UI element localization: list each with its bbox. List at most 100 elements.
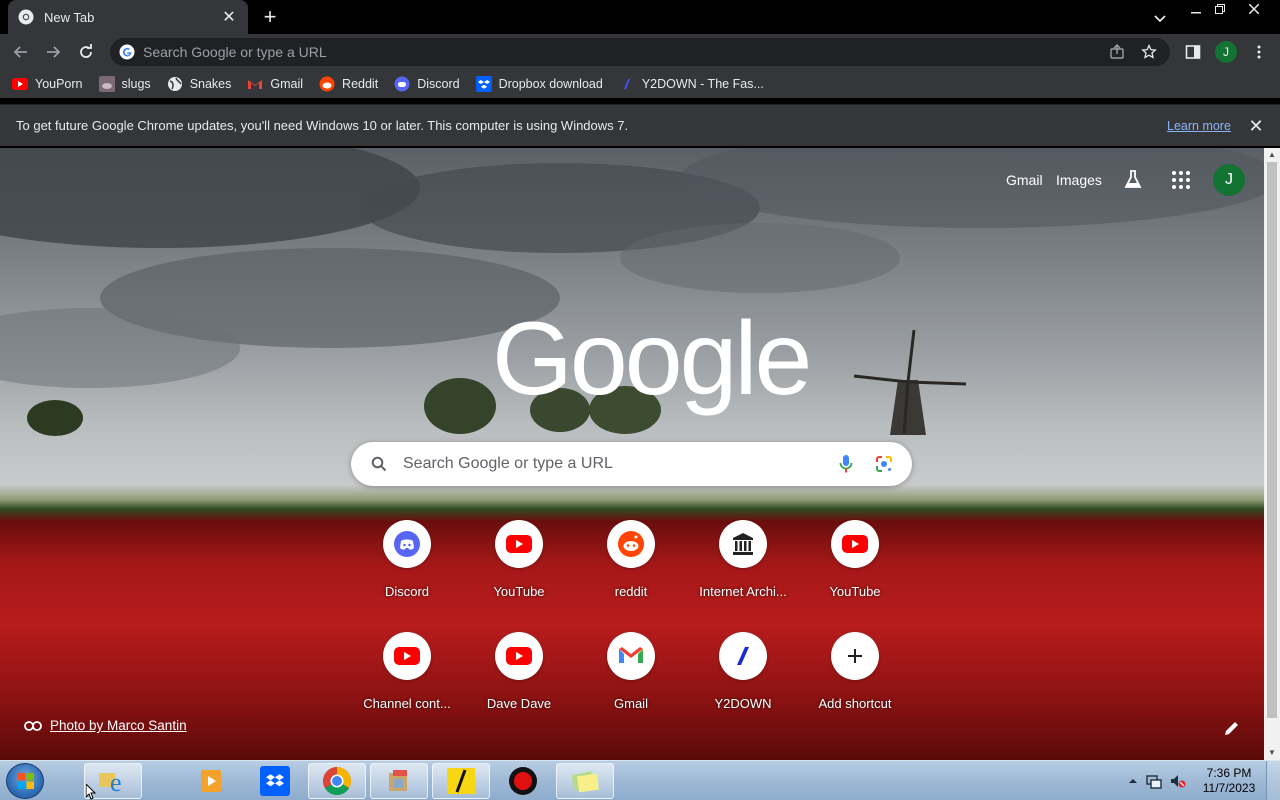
forward-button[interactable] xyxy=(42,41,64,63)
clock-date: 11/7/2023 xyxy=(1202,781,1256,795)
reddit-icon xyxy=(319,76,335,92)
scroll-down-arrow-icon[interactable]: ▼ xyxy=(1264,746,1280,760)
bookmark-label: Reddit xyxy=(342,77,379,91)
add-shortcut-button[interactable]: Add shortcut xyxy=(799,630,911,734)
youtube-icon xyxy=(831,520,879,568)
y2down-icon xyxy=(719,632,767,680)
pencil-edit-icon[interactable] xyxy=(1222,718,1242,738)
shortcut-label: Add shortcut xyxy=(818,696,892,711)
bookmark-item[interactable]: slugs xyxy=(98,76,151,92)
shortcut-label: Channel cont... xyxy=(363,696,451,711)
shortcut-tile[interactable]: reddit xyxy=(575,518,687,622)
taskbar-notes[interactable] xyxy=(432,763,490,799)
plus-icon xyxy=(831,632,879,680)
back-button[interactable] xyxy=(10,41,32,63)
shortcut-tile[interactable]: Channel cont... xyxy=(351,630,463,734)
omnibox[interactable] xyxy=(110,38,1170,66)
photo-attribution[interactable]: Photo by Marco Santin xyxy=(24,718,187,733)
shortcut-label: YouTube xyxy=(493,584,545,599)
bookmark-item[interactable]: Discord xyxy=(394,76,460,92)
scrollbar-thumb[interactable] xyxy=(1267,162,1277,718)
restore-button[interactable] xyxy=(1204,0,1236,18)
google-lens-icon[interactable] xyxy=(872,452,896,476)
volume-muted-icon[interactable] xyxy=(1170,773,1186,789)
bookmark-item[interactable]: YouPorn xyxy=(12,76,83,92)
discord-icon xyxy=(383,520,431,568)
bookmark-item[interactable]: Reddit xyxy=(319,76,378,92)
omnibox-input[interactable] xyxy=(143,44,1106,60)
chevron-down-icon[interactable] xyxy=(1150,8,1170,28)
shortcut-tile[interactable]: YouTube xyxy=(799,518,911,622)
shortcut-tile[interactable]: Discord xyxy=(351,518,463,622)
star-bookmark-icon[interactable] xyxy=(1138,41,1160,63)
taskbar-chrome[interactable] xyxy=(308,763,366,799)
shortcut-label: Discord xyxy=(384,584,430,599)
close-infobar-icon[interactable]: ✕ xyxy=(1247,117,1265,135)
toolbar: J xyxy=(0,34,1280,70)
shortcut-label: Gmail xyxy=(614,696,648,711)
sticky-note-icon xyxy=(447,768,475,794)
bookmark-item[interactable]: Y2DOWN - The Fas... xyxy=(618,76,764,92)
globe-icon xyxy=(167,76,183,92)
ntp-search-box[interactable] xyxy=(351,442,912,486)
tab-strip: New Tab ✕ + xyxy=(0,0,1280,34)
discord-icon xyxy=(394,76,410,92)
search-icon xyxy=(369,454,389,474)
tab-new-tab[interactable]: New Tab ✕ xyxy=(8,0,248,34)
images-link[interactable]: Images xyxy=(1056,172,1102,188)
network-icon[interactable] xyxy=(1146,773,1162,789)
dropbox-icon xyxy=(260,766,290,796)
taskbar-dropbox[interactable] xyxy=(246,763,304,799)
learn-more-link[interactable]: Learn more xyxy=(1167,119,1231,133)
profile-avatar[interactable]: J xyxy=(1213,164,1245,196)
shortcut-tile[interactable]: Y2DOWN xyxy=(687,630,799,734)
gmail-link[interactable]: Gmail xyxy=(1006,172,1043,188)
media-player-icon xyxy=(201,770,221,792)
taskbar-app-installer[interactable] xyxy=(370,763,428,799)
kebab-menu-icon xyxy=(1257,45,1261,59)
side-panel-icon xyxy=(1185,45,1201,59)
shortcut-tile[interactable]: Internet Archi... xyxy=(687,518,799,622)
close-tab-icon[interactable]: ✕ xyxy=(220,7,238,27)
taskbar-sticky-notes[interactable] xyxy=(556,763,614,799)
bookmark-item[interactable]: Gmail xyxy=(247,76,303,92)
chevron-up-icon[interactable] xyxy=(1125,773,1141,789)
apps-grid-icon[interactable] xyxy=(1171,170,1191,190)
shortcut-tile[interactable]: YouTube xyxy=(463,518,575,622)
system-clock[interactable]: 7:36 PM 11/7/2023 xyxy=(1196,766,1262,796)
shortcut-tile[interactable]: Gmail xyxy=(575,630,687,734)
taskbar-recorder[interactable] xyxy=(494,763,552,799)
shortcut-label: YouTube xyxy=(829,584,881,599)
bookmark-label: Snakes xyxy=(189,77,232,91)
windows-logo-icon xyxy=(18,773,34,789)
side-panel-button[interactable] xyxy=(1182,41,1204,63)
svg-text:e: e xyxy=(110,768,122,795)
bookmark-item[interactable]: Dropbox download xyxy=(475,76,603,92)
taskbar-media-player[interactable] xyxy=(182,763,240,799)
bookmark-label: YouPorn xyxy=(35,77,83,91)
share-icon[interactable] xyxy=(1106,41,1128,63)
youtube-icon xyxy=(495,520,543,568)
chrome-icon xyxy=(18,9,34,25)
reload-button[interactable] xyxy=(75,41,97,63)
labs-flask-icon[interactable] xyxy=(1122,168,1144,190)
tab-title: New Tab xyxy=(44,9,95,25)
profile-avatar-toolbar[interactable]: J xyxy=(1215,41,1237,63)
start-button[interactable] xyxy=(6,763,44,799)
close-window-button[interactable] xyxy=(1238,0,1270,18)
show-desktop-button[interactable] xyxy=(1266,761,1280,800)
new-tab-button[interactable]: + xyxy=(258,6,282,30)
shortcut-label: reddit xyxy=(614,584,648,599)
chrome-menu-button[interactable] xyxy=(1248,41,1270,63)
scroll-up-arrow-icon[interactable]: ▲ xyxy=(1264,148,1280,162)
bookmark-item[interactable]: Snakes xyxy=(167,76,232,92)
infobar-message: To get future Google Chrome updates, you… xyxy=(16,118,629,133)
shortcut-tile[interactable]: Dave Dave xyxy=(463,630,575,734)
microphone-icon[interactable] xyxy=(834,452,858,476)
bookmark-label: Gmail xyxy=(270,77,304,91)
bookmark-label: slugs xyxy=(121,77,151,91)
reload-icon xyxy=(80,44,92,58)
attribution-link[interactable]: Photo by Marco Santin xyxy=(50,718,187,733)
google-g-icon xyxy=(119,44,135,60)
ntp-search-input[interactable] xyxy=(403,455,834,473)
